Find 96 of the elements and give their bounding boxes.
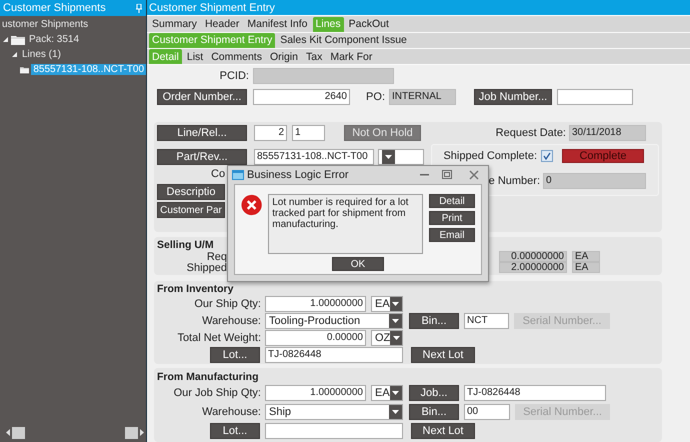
description-button[interactable]: Descriptio [157, 184, 225, 200]
checkbox[interactable] [541, 150, 553, 162]
caret-icon [390, 331, 402, 345]
error-icon [241, 194, 262, 216]
field-label: e Number: [488, 175, 540, 187]
tab[interactable]: PackOut [346, 16, 392, 32]
customer-part-button[interactable]: Customer Par [157, 202, 225, 218]
field-label: Our Job Ship Qty: [172, 387, 261, 399]
folder-icon [20, 64, 30, 74]
tab[interactable]: List [184, 49, 206, 64]
field-label: Warehouse: [201, 406, 261, 418]
dialog-button[interactable]: Detail [429, 194, 475, 208]
field-label: Warehouse: [201, 315, 261, 327]
number-field: 0 [543, 173, 646, 189]
job-field[interactable]: TJ-0826448 [464, 385, 606, 401]
dialog-button[interactable]: Print [429, 211, 475, 225]
dropdown-field[interactable]: OZ [371, 330, 403, 346]
tree-item[interactable]: ustomer Shipments [0, 19, 90, 30]
field-label: Co [211, 168, 226, 180]
tree-item[interactable]: Pack: 3514 [27, 34, 82, 45]
tab[interactable]: Origin [266, 49, 301, 64]
caret-icon [382, 150, 395, 164]
dropdown-field[interactable]: EA [371, 385, 403, 401]
expander-icon[interactable] [11, 51, 18, 58]
scroll-left-icon[interactable] [6, 429, 10, 436]
tab[interactable]: Summary [149, 16, 200, 32]
quantity-field[interactable]: 1.00000000 [265, 385, 366, 401]
next-lot-button[interactable]: Next Lot [411, 423, 475, 439]
bin-field[interactable]: NCT [464, 313, 509, 329]
bin-button[interactable]: Bin... [409, 404, 459, 420]
section-title: Selling U/M [157, 239, 214, 251]
line-field[interactable]: 2 [254, 125, 287, 141]
expander-icon[interactable] [2, 36, 9, 43]
dropdown-field[interactable]: Ship [265, 404, 403, 420]
dropdown-field[interactable] [378, 149, 424, 165]
lot-field[interactable] [265, 423, 403, 439]
quantity-field[interactable]: 1.00000000 [265, 296, 366, 312]
caret-icon [389, 314, 402, 328]
unit-field: EA [572, 262, 600, 273]
caret-icon [390, 297, 402, 311]
ok-button[interactable]: OK [332, 257, 384, 271]
dialog-button[interactable]: Email [429, 228, 475, 242]
lot-field[interactable]: TJ-0826448 [265, 347, 403, 363]
quantity-field: 2.00000000 [499, 262, 567, 273]
part-rev-button[interactable]: Part/Rev... [157, 149, 247, 165]
part-field[interactable]: 85557131-108..NCT-T00 [254, 149, 374, 165]
job-button[interactable]: Job... [409, 385, 459, 401]
job-number-button[interactable]: Job Number... [474, 89, 552, 105]
quantity-field: 0.00000000 [499, 251, 567, 262]
window-title: Customer Shipment Entry [149, 2, 275, 14]
scroll-thumb[interactable] [125, 426, 138, 438]
pin-icon[interactable] [136, 4, 142, 12]
tab[interactable]: Comments [208, 49, 265, 64]
job-number-field[interactable] [557, 89, 633, 105]
tab[interactable]: Manifest Info [244, 16, 311, 32]
weight-field[interactable]: 0.00000 [265, 330, 366, 346]
dropdown-field[interactable]: Tooling-Production [265, 313, 403, 329]
field-label: Shipped [186, 262, 227, 274]
line-release-button[interactable]: Line/Rel... [157, 125, 247, 141]
field-label: Shipped Complete: [442, 150, 537, 162]
order-number-field[interactable]: 2640 [253, 89, 350, 105]
field-label: Total Net Weight: [176, 332, 261, 344]
request-date-field: 30/11/2018 [569, 125, 646, 141]
order-number-button[interactable]: Order Number... [157, 89, 247, 105]
unit-field: EA [572, 251, 600, 262]
section-title: From Manufacturing [157, 370, 258, 382]
bin-field[interactable]: 00 [464, 404, 510, 420]
release-field[interactable]: 1 [292, 125, 325, 141]
scroll-right-icon[interactable] [140, 429, 144, 436]
caret-icon [389, 405, 402, 419]
lot-button[interactable]: Lot... [210, 347, 260, 363]
field-label: Our Ship Qty: [193, 298, 261, 310]
field-label: Request Date: [494, 127, 566, 139]
scroll-thumb[interactable] [12, 426, 25, 438]
next-lot-button[interactable]: Next Lot [411, 347, 475, 363]
po-field: INTERNAL [389, 89, 456, 105]
folder-icon [11, 34, 25, 44]
dropdown-field[interactable]: EA [371, 296, 403, 312]
tab[interactable]: Sales Kit Component Issue [277, 32, 410, 48]
status-bar: Complete [562, 149, 644, 163]
error-message: Lot number is required for a lot tracked part for shipment from manufacturing. [268, 194, 423, 254]
section-title: From Inventory [157, 283, 234, 295]
dialog-title: Business Logic Error [247, 168, 350, 180]
field-label: Req [206, 250, 227, 262]
field-label: PO: [365, 91, 385, 103]
hold-button[interactable]: Not On Hold [344, 125, 421, 141]
bin-button[interactable]: Bin... [409, 313, 459, 329]
window-icon [232, 170, 244, 180]
tree-item[interactable]: Lines (1) [20, 49, 63, 60]
tab[interactable]: Tax [302, 49, 326, 64]
field-label: PCID: [218, 70, 249, 82]
caret-icon [390, 386, 402, 400]
tab[interactable]: Header [202, 16, 242, 32]
panel-title: Customer Shipments [3, 2, 106, 14]
lot-button[interactable]: Lot... [210, 423, 260, 439]
tab[interactable]: Mark For [327, 49, 376, 64]
